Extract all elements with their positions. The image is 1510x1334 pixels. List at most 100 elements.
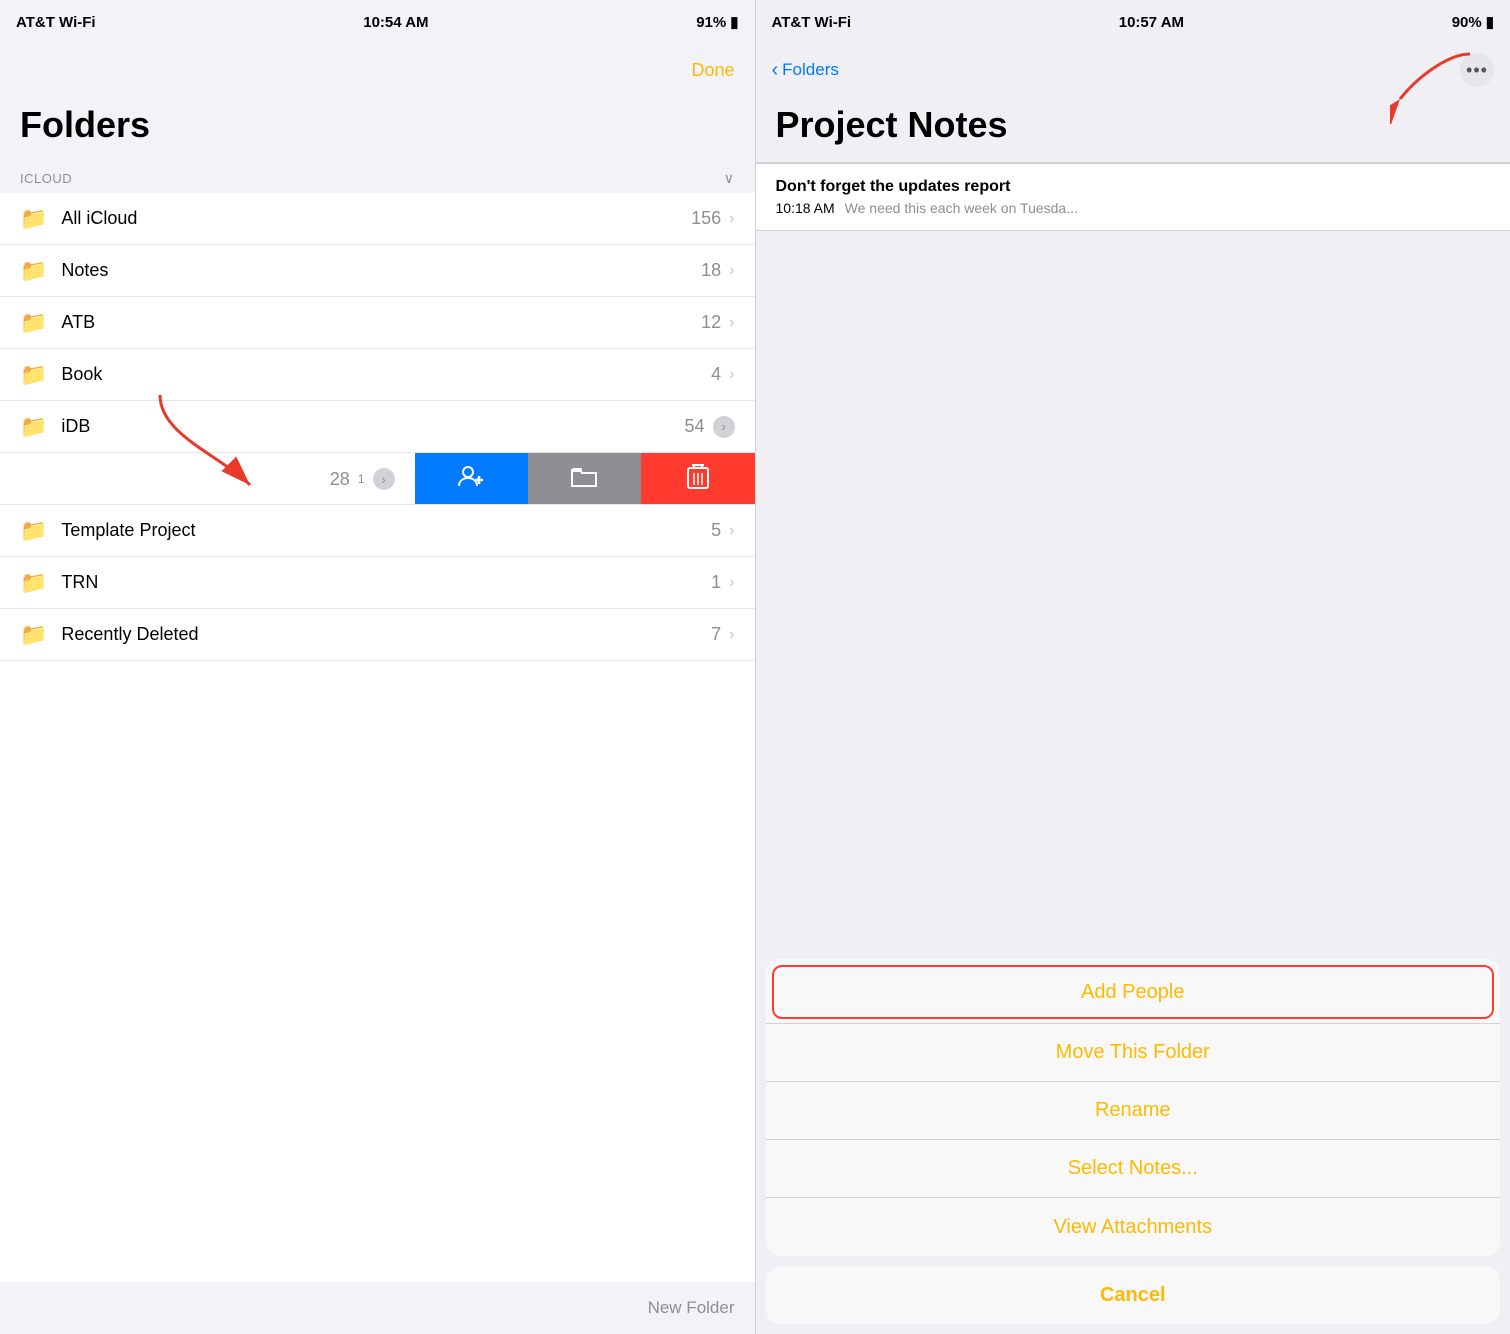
folder-item-book[interactable]: 📁 Book 4 › <box>0 349 755 401</box>
folder-count: 156 <box>691 208 721 229</box>
select-notes-action[interactable]: Select Notes... <box>766 1140 1501 1198</box>
folder-count: 18 <box>701 260 721 281</box>
note-time: 10:18 AM <box>776 200 835 216</box>
back-button[interactable]: ‹ Folders <box>772 59 839 82</box>
note-preview[interactable]: Don't forget the updates report 10:18 AM… <box>756 163 1510 231</box>
battery-right: 90% ▮ <box>1452 13 1494 31</box>
folder-icon: 📁 <box>20 518 47 544</box>
add-person-icon <box>457 462 485 496</box>
folder-count: 4 <box>711 364 721 385</box>
time-left: 10:54 AM <box>363 14 428 31</box>
back-label: Folders <box>782 60 839 80</box>
note-meta: 10:18 AM We need this each week on Tuesd… <box>776 200 1491 216</box>
folder-icon: 📁 <box>20 310 47 336</box>
folder-item-idb[interactable]: 📁 iDB 54 › <box>0 401 755 453</box>
folder-item-atb[interactable]: 📁 ATB 12 › <box>0 297 755 349</box>
action-sheet: Add People Move This Folder Rename Selec… <box>756 959 1510 1334</box>
done-button[interactable]: Done <box>691 60 734 81</box>
folder-move-icon <box>570 464 598 494</box>
swipe-action-buttons <box>415 453 755 505</box>
folder-item-notes[interactable]: 📁 Notes 18 › <box>0 245 755 297</box>
folder-count: 5 <box>711 520 721 541</box>
project-notes-title: Project Notes <box>776 104 1491 146</box>
folder-chevron: › <box>729 522 734 540</box>
back-chevron-icon: ‹ <box>772 59 779 82</box>
folder-icon: 📁 <box>20 258 47 284</box>
left-panel: AT&T Wi-Fi 10:54 AM 91% ▮ Done Folders I… <box>0 0 755 1334</box>
folder-count: 28 <box>330 469 350 490</box>
move-this-folder-action[interactable]: Move This Folder <box>766 1024 1501 1082</box>
folder-chevron: › <box>729 626 734 644</box>
folder-icon: 📁 <box>20 414 47 440</box>
folder-icon: 📁 <box>20 362 47 388</box>
rename-action[interactable]: Rename <box>766 1082 1501 1140</box>
view-attachments-action[interactable]: View Attachments <box>766 1198 1501 1256</box>
folder-name: Template Project <box>61 520 711 541</box>
note-title: Don't forget the updates report <box>776 178 1491 196</box>
cancel-label: Cancel <box>1100 1284 1166 1307</box>
delete-swipe-button[interactable] <box>641 453 755 505</box>
status-bar-left: AT&T Wi-Fi 10:54 AM 91% ▮ <box>0 0 755 44</box>
folder-count: 7 <box>711 624 721 645</box>
status-bar-right: AT&T Wi-Fi 10:57 AM 90% ▮ <box>756 0 1510 44</box>
view-attachments-label: View Attachments <box>1053 1216 1212 1239</box>
nav-bar-right: ‹ Folders ••• <box>756 44 1510 96</box>
page-title-right: Project Notes <box>756 96 1510 162</box>
note-snippet: We need this each week on Tuesda... <box>845 200 1078 216</box>
folder-chevron: › <box>729 314 734 332</box>
trash-icon <box>687 463 709 495</box>
rename-label: Rename <box>1095 1099 1171 1122</box>
folder-chevron-circle: › <box>373 468 395 490</box>
cancel-action[interactable]: Cancel <box>766 1266 1501 1324</box>
folder-name: Notes <box>61 260 701 281</box>
icloud-chevron[interactable]: ∨ <box>724 170 735 187</box>
move-folder-swipe-button[interactable] <box>528 453 641 505</box>
more-dots-icon: ••• <box>1466 60 1488 81</box>
folder-item-muo[interactable]: 📁 MUO 28 1 › <box>0 453 755 505</box>
folder-chevron: › <box>729 210 734 228</box>
folder-item-template-project[interactable]: 📁 Template Project 5 › <box>0 505 755 557</box>
new-folder-bar: New Folder <box>0 1282 755 1334</box>
carrier-right: AT&T Wi-Fi <box>772 14 852 31</box>
folder-item-trn[interactable]: 📁 TRN 1 › <box>0 557 755 609</box>
folder-count: 1 <box>711 572 721 593</box>
folder-count: 54 <box>684 416 704 437</box>
more-button[interactable]: ••• <box>1460 53 1494 87</box>
folder-chevron: › <box>729 366 734 384</box>
folder-chevron-circle: › <box>713 416 735 438</box>
folder-chevron: › <box>729 574 734 592</box>
nav-bar-left: Done <box>0 44 755 96</box>
folder-item-all-icloud[interactable]: 📁 All iCloud 156 › <box>0 193 755 245</box>
select-notes-label: Select Notes... <box>1068 1157 1198 1180</box>
folder-name: Book <box>61 364 711 385</box>
folder-item-recently-deleted[interactable]: 📁 Recently Deleted 7 › <box>0 609 755 661</box>
folder-name: All iCloud <box>61 208 691 229</box>
move-this-folder-label: Move This Folder <box>1056 1041 1210 1064</box>
action-sheet-main: Add People Move This Folder Rename Selec… <box>766 959 1501 1256</box>
folder-name: MUO <box>0 469 330 490</box>
folder-icon: 📁 <box>20 570 47 596</box>
action-sheet-cancel: Cancel <box>766 1266 1501 1324</box>
icloud-section-label: ICLOUD ∨ <box>0 162 755 193</box>
time-right: 10:57 AM <box>1119 14 1184 31</box>
folder-name: ATB <box>61 312 701 333</box>
page-title-left: Folders <box>0 96 755 162</box>
new-folder-button[interactable]: New Folder <box>648 1298 735 1318</box>
battery-left: 91% ▮ <box>696 13 738 31</box>
folders-title: Folders <box>20 104 735 146</box>
add-people-swipe-button[interactable] <box>415 453 528 505</box>
folder-icon: 📁 <box>20 206 47 232</box>
folder-name: iDB <box>61 416 684 437</box>
add-people-label: Add People <box>1081 981 1184 1004</box>
folder-icon: 📁 <box>20 622 47 648</box>
muo-inner: 📁 MUO 28 1 › <box>0 453 415 505</box>
folder-name: Recently Deleted <box>61 624 711 645</box>
folder-name: TRN <box>61 572 711 593</box>
right-panel: AT&T Wi-Fi 10:57 AM 90% ▮ ‹ Folders ••• … <box>756 0 1510 1334</box>
folder-count: 12 <box>701 312 721 333</box>
folder-chevron: › <box>729 262 734 280</box>
folder-list: 📁 All iCloud 156 › 📁 Notes 18 › 📁 ATB 12… <box>0 193 755 1282</box>
swipe-row-label: 1 <box>358 472 365 486</box>
carrier-left: AT&T Wi-Fi <box>16 14 96 31</box>
add-people-action[interactable]: Add People <box>772 965 1495 1019</box>
